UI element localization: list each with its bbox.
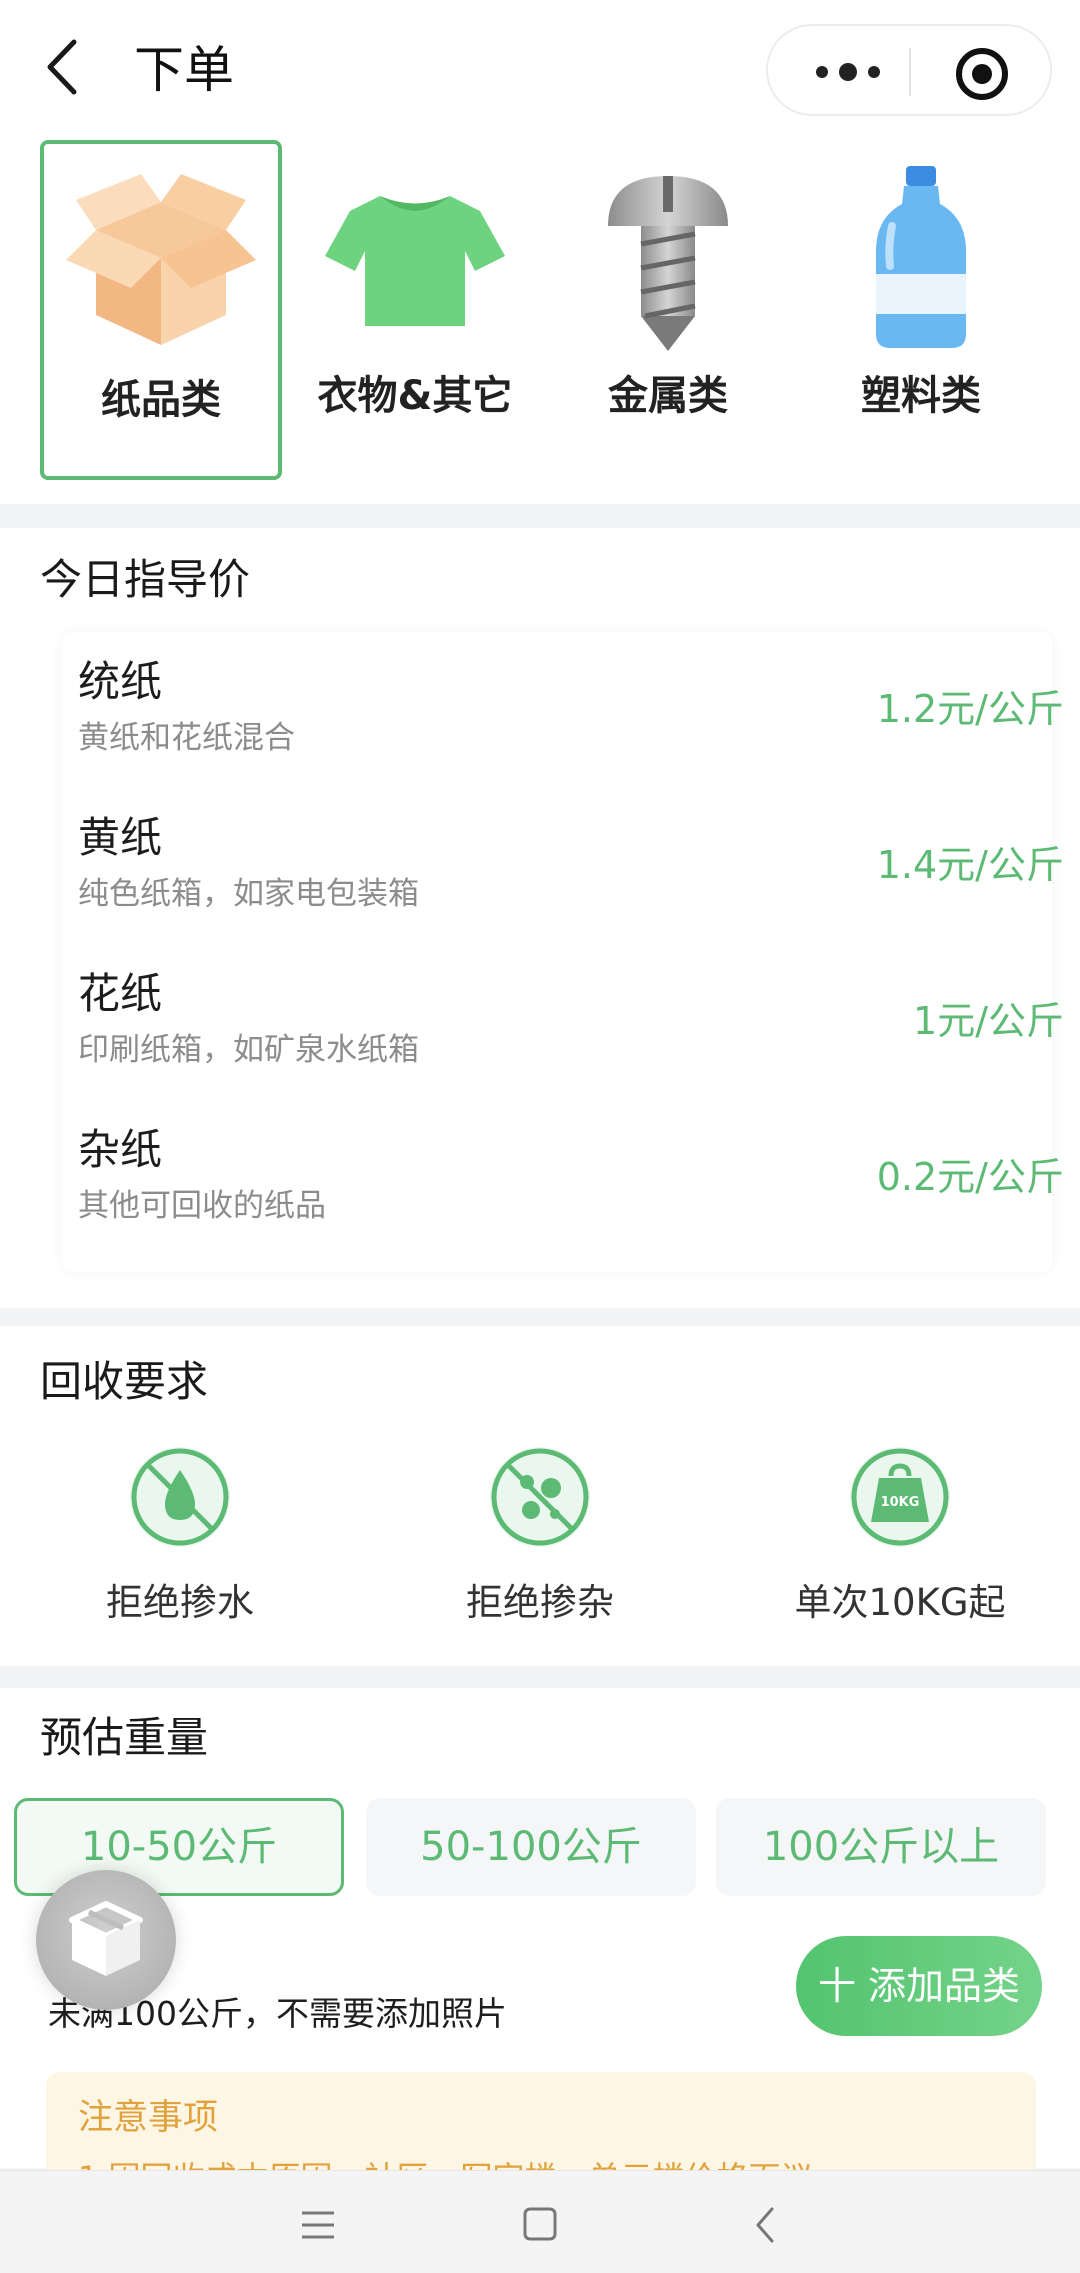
top-bar: 下单 [0,0,1080,140]
category-paper[interactable]: 纸品类 [40,140,282,480]
category-plastic[interactable]: 塑料类 [800,140,1042,480]
category-label: 金属类 [608,373,728,419]
weight-option-50-100[interactable]: 50-100公斤 [366,1798,696,1896]
page-title: 下单 [134,41,234,99]
more-button[interactable] [808,48,888,96]
section-title: 今日指导价 [40,555,251,604]
requirement-label: 单次10KG起 [794,1581,1006,1624]
item-name: 杂纸 [78,1125,163,1174]
bottle-icon [876,166,966,348]
item-desc: 黄纸和花纸混合 [78,720,295,756]
square-home-icon [523,2207,557,2241]
requirement-no-impurity: 拒绝掺杂 [420,1442,660,1642]
close-mini-program-button[interactable] [954,46,1010,102]
category-label: 塑料类 [861,373,981,419]
no-impurity-icon [490,1447,590,1547]
capsule-divider [909,48,911,96]
item-desc: 其他可回收的纸品 [78,1188,326,1224]
section-title: 回收要求 [40,1357,209,1406]
weight-10kg-icon: 10KG [850,1447,950,1547]
back-button[interactable] [36,32,96,102]
requirement-no-water: 拒绝掺水 [60,1442,300,1642]
price-row: 黄纸 纯色纸箱，如家电包装箱 1.4元/公斤 [78,788,1064,938]
floating-order-button[interactable] [36,1870,176,2010]
box-icon [66,174,256,345]
recycle-requirements-section: 回收要求 拒绝掺水 拒绝掺杂 10KG 单次10KG起 [0,1326,1080,1666]
item-name: 统纸 [78,657,163,706]
system-nav-bar [0,2170,1080,2273]
add-category-button[interactable]: 十 添加品类 [796,1936,1042,2036]
requirement-label: 拒绝掺杂 [466,1581,614,1624]
chevron-left-icon [756,2207,774,2243]
category-label: 衣物&其它 [317,373,513,419]
category-clothes[interactable]: 衣物&其它 [294,140,536,480]
mini-program-capsule [766,24,1052,116]
box-icon [69,1901,143,1976]
weight-badge-text: 10KG [881,1495,920,1510]
more-dots-icon [816,63,880,81]
nav-back-button[interactable] [736,2197,796,2253]
item-price: 1元/公斤 [913,999,1064,1043]
item-desc: 纯色纸箱，如家电包装箱 [78,876,419,912]
item-name: 黄纸 [78,813,163,862]
category-label: 纸品类 [101,377,221,423]
requirement-label: 拒绝掺水 [106,1581,254,1624]
section-title: 预估重量 [40,1713,209,1762]
item-name: 花纸 [78,969,163,1018]
tshirt-icon [325,196,505,326]
notice-title: 注意事项 [78,2098,219,2138]
price-list: 统纸 黄纸和花纸混合 1.2元/公斤 黄纸 纯色纸箱，如家电包装箱 1.4元/公… [62,632,1064,1272]
estimated-weight-section: 预估重量 10-50公斤 50-100公斤 100公斤以上 未满100公斤，不需… [0,1688,1080,2192]
screw-icon [608,176,728,351]
weight-option-100-plus[interactable]: 100公斤以上 [716,1798,1046,1896]
requirement-min-weight: 10KG 单次10KG起 [780,1442,1020,1642]
chevron-left-icon [47,39,77,95]
category-metal[interactable]: 金属类 [547,140,789,480]
item-desc: 印刷纸箱，如矿泉水纸箱 [78,1032,419,1068]
category-tabs: 纸品类 衣物&其它 金属类 塑料类 [0,140,1080,504]
menu-icon [302,2211,334,2239]
item-price: 0.2元/公斤 [876,1155,1064,1199]
item-price: 1.4元/公斤 [876,843,1064,887]
price-row: 统纸 黄纸和花纸混合 1.2元/公斤 [78,632,1064,782]
target-icon [956,48,1008,100]
no-water-icon [130,1447,230,1547]
nav-menu-button[interactable] [288,2197,348,2253]
price-row: 杂纸 其他可回收的纸品 0.2元/公斤 [78,1100,1064,1250]
guide-price-section: 今日指导价 统纸 黄纸和花纸混合 1.2元/公斤 黄纸 纯色纸箱，如家电包装箱 … [0,528,1080,1308]
item-price: 1.2元/公斤 [876,687,1064,731]
nav-home-button[interactable] [510,2197,570,2253]
price-row: 花纸 印刷纸箱，如矿泉水纸箱 1元/公斤 [78,944,1064,1094]
